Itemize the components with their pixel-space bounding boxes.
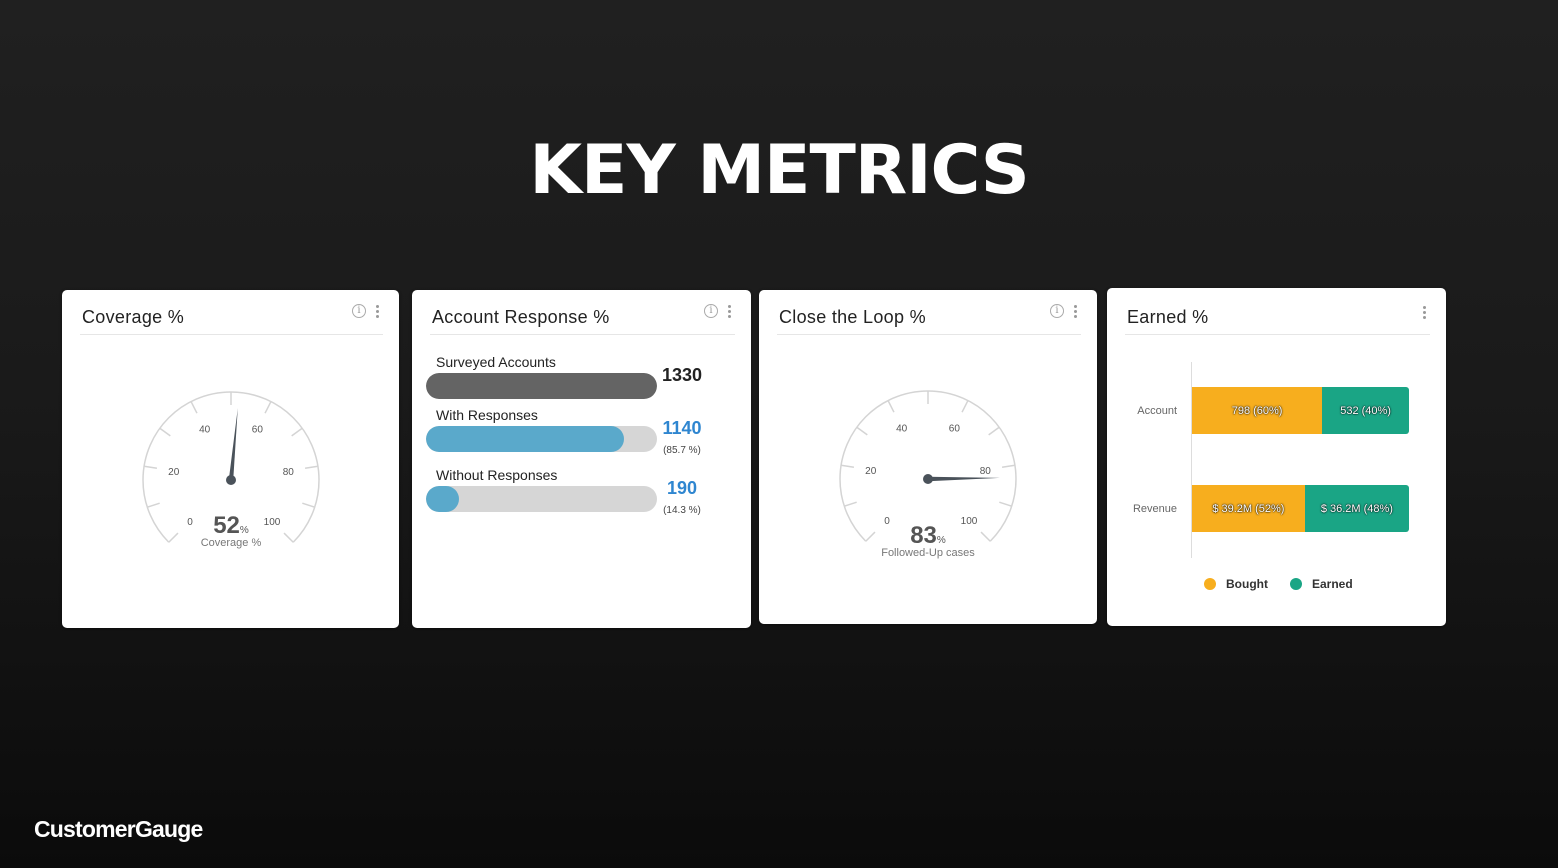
close-the-loop-card: Close the Loop % i 0 20 40 60 80 100 83% Foll…	[759, 290, 1097, 624]
gauge-unit: %	[239, 525, 249, 536]
category-label: Revenue	[1132, 503, 1177, 515]
without-responses-bar	[426, 486, 657, 512]
bar-account-earned[interactable]: 532 (40%)	[1322, 387, 1409, 434]
legend-dot	[1289, 578, 1302, 590]
gauge-needle	[927, 476, 1000, 482]
more-options-icon[interactable]	[728, 304, 731, 318]
more-options-icon[interactable]	[1423, 306, 1426, 319]
gauge-tick	[887, 400, 895, 413]
card-header: Earned %	[1125, 288, 1430, 335]
gauge-tick-label: 80	[980, 466, 992, 477]
close-the-loop-gauge: 02040 6080100	[839, 390, 1017, 542]
chart-legend: Bought Earned	[1204, 577, 1353, 591]
data-label: 798 (60%)	[1231, 404, 1283, 417]
gauge-tick-label: 20	[168, 467, 180, 478]
gauge-tick	[190, 401, 198, 414]
gauge-tick	[988, 426, 1000, 436]
with-responses-value: 1140	[662, 418, 702, 438]
gauge-caption: Followed-Up cases	[881, 547, 975, 559]
surveyed-accounts-value: 1330	[661, 365, 703, 385]
gauge-tick	[961, 400, 969, 413]
bar-fill	[426, 426, 624, 452]
gauge-tick	[159, 427, 171, 437]
surveyed-accounts-bar	[426, 373, 657, 399]
gauge-tick	[264, 401, 272, 414]
gauge-value-number: 52	[213, 512, 240, 539]
with-responses-percent: (85.7 %)	[663, 445, 701, 456]
info-icon[interactable]: i	[704, 304, 718, 318]
legend-item-bought[interactable]: Bought	[1204, 577, 1268, 591]
gauge-needle	[228, 408, 238, 481]
bar-fill	[426, 373, 657, 399]
legend-dot	[1204, 578, 1216, 590]
without-responses-percent: (14.3 %)	[663, 505, 701, 516]
gauge-needle-hub	[923, 474, 933, 484]
gauge-tick	[856, 426, 868, 436]
gauge-needle-hub	[226, 475, 236, 485]
coverage-gauge: 02040 6080100	[142, 391, 320, 543]
gauge-tick	[304, 465, 319, 470]
gauge-value-number: 83	[910, 522, 937, 549]
account-response-card: Account Response % i Surveyed Accounts 1…	[412, 290, 751, 628]
bar-revenue-bought[interactable]: $ 39.2M (52%)	[1192, 485, 1305, 532]
page-title: KEY METRICS	[529, 131, 1029, 210]
category-label: Account	[1137, 405, 1177, 417]
legend-label: Bought	[1226, 577, 1268, 591]
legend-item-earned[interactable]: Earned	[1289, 577, 1353, 591]
gauge-tick-label: 80	[283, 467, 295, 478]
gauge-tick-label: 60	[949, 423, 961, 434]
customergauge-logo: CustomerGauge	[34, 816, 203, 842]
without-responses-value: 190	[666, 478, 698, 498]
gauge-value: 83%	[878, 522, 978, 550]
gauge-tick	[865, 531, 876, 542]
gauge-tick-label: 40	[199, 424, 211, 435]
gauge-tick	[1001, 464, 1016, 469]
data-label: $ 36.2M (48%)	[1320, 502, 1393, 515]
card-header: Account Response % i	[430, 290, 735, 335]
bar-fill	[426, 486, 460, 512]
gauge-caption: Coverage %	[200, 537, 262, 549]
gauge-tick	[980, 531, 991, 542]
data-label: $ 39.2M (52%)	[1212, 502, 1285, 515]
card-title: Earned %	[1127, 307, 1209, 327]
with-responses-label: With Responses	[436, 407, 538, 423]
gauge-tick	[143, 465, 158, 470]
gauge-tick	[840, 464, 855, 469]
coverage-card: Coverage % i 0 20 40 60 80 100 52% Coverage %	[62, 290, 399, 628]
gauge-unit: %	[936, 535, 946, 546]
gauge-tick	[302, 502, 315, 508]
gauge-tick-label: 60	[252, 424, 264, 435]
gauge-tick-label: 20	[865, 466, 877, 477]
with-responses-bar	[426, 426, 657, 452]
surveyed-accounts-label: Surveyed Accounts	[436, 354, 556, 370]
legend-label: Earned	[1311, 577, 1353, 591]
gauge-tick	[844, 501, 857, 507]
data-label: 532 (40%)	[1340, 404, 1391, 417]
card-title: Account Response %	[432, 307, 610, 327]
gauge-tick	[147, 502, 160, 508]
without-responses-label: Without Responses	[436, 467, 558, 483]
gauge-tick	[291, 427, 303, 437]
bar-account-bought[interactable]: 798 (60%)	[1192, 387, 1323, 434]
gauge-tick-label: 40	[896, 423, 908, 434]
earned-card: Earned % Account Revenue 798 (60%) 532 (…	[1107, 288, 1446, 626]
bar-revenue-earned[interactable]: $ 36.2M (48%)	[1304, 485, 1409, 532]
gauge-tick	[999, 501, 1012, 507]
gauge-value: 52%	[181, 512, 281, 540]
